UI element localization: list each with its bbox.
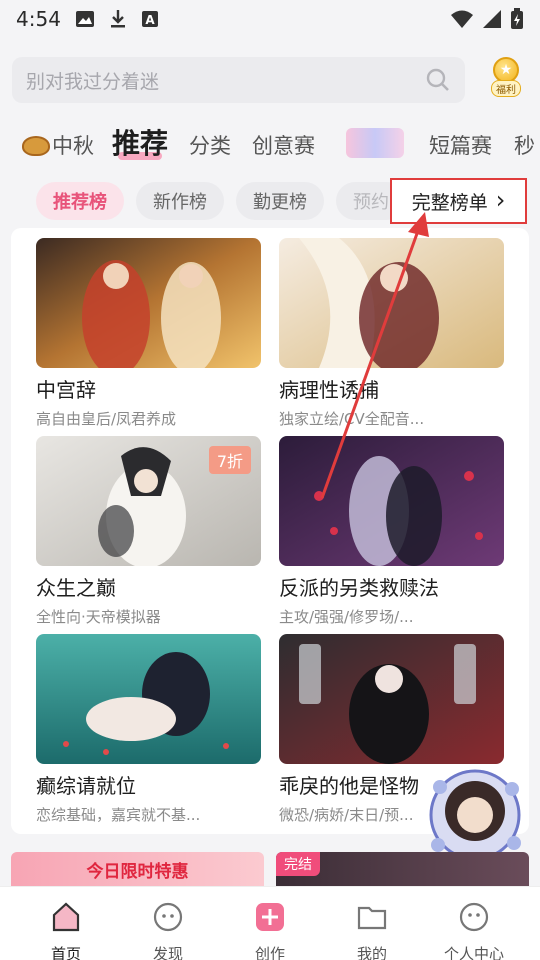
- nav-discover[interactable]: 发现: [118, 901, 218, 960]
- book-title: 病理性诱捕: [279, 378, 379, 402]
- ranking-card: 中宫辞 高自由皇后/凤君养成 病理性诱捕 独家立绘/CV全配音... 7折 众生…: [11, 228, 529, 834]
- nav-discover-label: 发现: [152, 945, 183, 960]
- ranking-chips: 推荐榜 新作榜 勤更榜 预约 完整榜单 ›: [0, 178, 540, 224]
- nav-home-label: 首页: [50, 945, 81, 960]
- search-icon[interactable]: [425, 67, 451, 93]
- status-bar: 4:54 A: [0, 0, 540, 38]
- nav-mine-label: 我的: [356, 945, 387, 960]
- chip-update-rank[interactable]: 勤更榜: [236, 182, 324, 220]
- nav-create[interactable]: 创作: [220, 901, 320, 960]
- limited-offer-banner[interactable]: 今日限时特惠: [11, 852, 264, 886]
- book-title: 中宫辞: [36, 378, 96, 402]
- search-placeholder: 别对我过分着迷: [26, 70, 160, 93]
- book-tags: 全性向·天帝模拟器: [36, 608, 161, 626]
- book-item[interactable]: 癫综请就位 恋综基础，嘉宾就不基...: [36, 634, 261, 825]
- cover-image: [36, 634, 261, 764]
- image-notification-icon: [75, 11, 94, 27]
- book-cover[interactable]: [279, 634, 504, 764]
- book-tags: 恋综基础，嘉宾就不基...: [36, 806, 201, 824]
- tab-recommend[interactable]: 推荐: [112, 122, 168, 162]
- cover-image: [279, 436, 504, 566]
- book-tags: 独家立绘/CV全配音...: [279, 410, 425, 428]
- profile-icon: [459, 902, 489, 932]
- tab-label: 中秋: [52, 134, 94, 158]
- chip-new-rank[interactable]: 新作榜: [136, 182, 224, 220]
- search-row: 别对我过分着迷 ★ 福利: [12, 57, 528, 103]
- book-cover[interactable]: 7折: [36, 436, 261, 566]
- completed-banner[interactable]: 完结: [276, 852, 529, 886]
- floating-avatar-image: [429, 769, 521, 861]
- nav-profile[interactable]: 个人中心: [424, 901, 524, 960]
- discount-badge: 7折: [208, 446, 251, 474]
- book-item[interactable]: 病理性诱捕 独家立绘/CV全配音...: [279, 238, 504, 429]
- book-item[interactable]: 中宫辞 高自由皇后/凤君养成: [36, 238, 261, 429]
- status-time: 4:54: [16, 7, 61, 31]
- nav-mine[interactable]: 我的: [322, 901, 422, 960]
- completed-badge: 完结: [276, 852, 320, 876]
- nav-create-label: 创作: [254, 945, 285, 960]
- full-list-label: 完整榜单: [411, 191, 488, 214]
- cover-image: [279, 238, 504, 368]
- tab-mid-autumn[interactable]: 中秋: [22, 130, 94, 160]
- chevron-right-icon: ›: [495, 185, 506, 214]
- bottom-nav: 首页 发现 创作 我的 个人中心: [0, 886, 540, 960]
- folder-icon: [357, 906, 387, 930]
- book-item[interactable]: 反派的另类救赎法 主攻/强强/修罗场/...: [279, 436, 504, 627]
- battery-icon: [511, 8, 523, 29]
- create-plus-icon: [256, 903, 284, 931]
- cover-image: [36, 238, 261, 368]
- book-cover[interactable]: [36, 634, 261, 764]
- font-notification-icon: A: [141, 11, 158, 27]
- book-title: 癫综请就位: [36, 774, 136, 798]
- download-notification-icon: [110, 10, 125, 28]
- book-cover[interactable]: [36, 238, 261, 368]
- cover-image: [279, 634, 504, 764]
- svg-text:A: A: [145, 13, 155, 27]
- book-cover[interactable]: [279, 238, 504, 368]
- nav-home[interactable]: 首页: [16, 901, 116, 960]
- signal-icon: [483, 10, 501, 28]
- full-list-button[interactable]: 完整榜单 ›: [390, 178, 527, 224]
- tab-event-banner[interactable]: [346, 128, 404, 158]
- tab-category[interactable]: 分类: [189, 130, 231, 160]
- welfare-button[interactable]: ★ 福利: [486, 57, 526, 103]
- book-title: 众生之巅: [36, 576, 116, 600]
- tab-creative-contest[interactable]: 创意赛: [252, 130, 315, 160]
- wifi-icon: [451, 10, 473, 28]
- home-icon: [52, 902, 80, 932]
- search-input[interactable]: 别对我过分着迷: [12, 57, 465, 103]
- mooncake-icon: [22, 136, 50, 156]
- category-tabs: 中秋 推荐 分类 创意赛 短篇赛 秒: [0, 120, 540, 170]
- tab-short-contest[interactable]: 短篇赛: [429, 130, 492, 160]
- book-item[interactable]: 7折 众生之巅 全性向·天帝模拟器: [36, 436, 261, 627]
- book-tags: 高自由皇后/凤君养成: [36, 410, 177, 428]
- floating-avatar-widget[interactable]: [420, 765, 530, 865]
- nav-profile-label: 个人中心: [443, 945, 504, 960]
- tab-overflow[interactable]: 秒: [514, 130, 535, 160]
- book-title: 反派的另类救赎法: [279, 576, 439, 600]
- discover-icon: [153, 902, 183, 932]
- book-tags: 主攻/强强/修罗场/...: [279, 608, 414, 626]
- book-cover[interactable]: [279, 436, 504, 566]
- chip-recommend-rank[interactable]: 推荐榜: [36, 182, 124, 220]
- welfare-label: 福利: [491, 80, 521, 97]
